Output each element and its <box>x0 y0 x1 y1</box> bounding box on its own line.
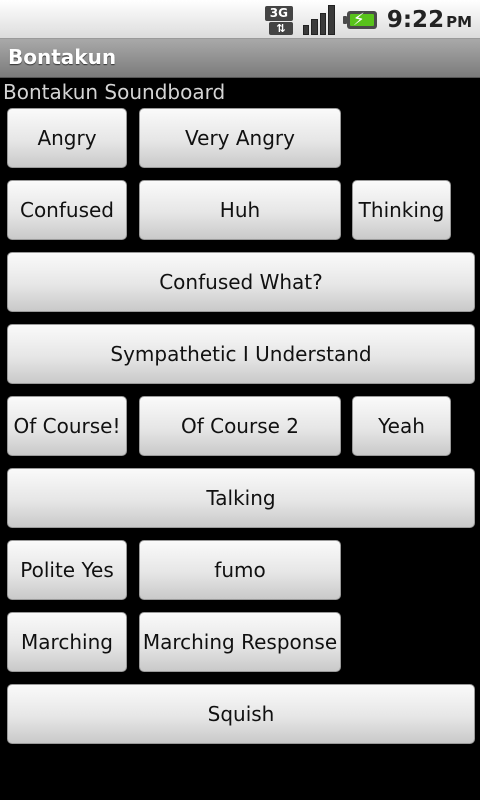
3g-icon: 3G ⇅ <box>264 4 295 36</box>
data-arrows-icon: ⇅ <box>268 22 293 35</box>
sound-button-talking[interactable]: Talking <box>7 468 475 528</box>
sound-button-squish[interactable]: Squish <box>7 684 475 744</box>
sound-button-marching-response[interactable]: Marching Response <box>139 612 341 672</box>
status-bar: 3G ⇅ ⚡ 9:22 PM <box>0 0 480 39</box>
sound-button-huh[interactable]: Huh <box>139 180 341 240</box>
clock-ampm: PM <box>446 13 472 31</box>
soundboard-heading: Bontakun Soundboard <box>3 80 226 104</box>
clock-time: 9:22 <box>386 7 445 33</box>
app-title: Bontakun <box>8 45 117 69</box>
sound-button-angry[interactable]: Angry <box>7 108 127 168</box>
sound-button-of-course-2[interactable]: Of Course 2 <box>139 396 341 456</box>
sound-button-fumo[interactable]: fumo <box>139 540 341 600</box>
sound-button-very-angry[interactable]: Very Angry <box>139 108 341 168</box>
network-type-label: 3G <box>264 6 293 21</box>
status-clock: 9:22 PM <box>387 7 472 33</box>
sound-button-thinking[interactable]: Thinking <box>352 180 451 240</box>
sound-button-confused[interactable]: Confused <box>7 180 127 240</box>
app-title-bar: Bontakun <box>0 39 480 78</box>
battery-charging-icon: ⚡ <box>342 9 379 31</box>
sound-button-polite-yes[interactable]: Polite Yes <box>7 540 127 600</box>
sound-button-marching[interactable]: Marching <box>7 612 127 672</box>
sound-button-confused-what[interactable]: Confused What? <box>7 252 475 312</box>
sound-button-of-course[interactable]: Of Course! <box>7 396 127 456</box>
status-icons: 3G ⇅ ⚡ 9:22 PM <box>264 3 472 37</box>
sound-button-yeah[interactable]: Yeah <box>352 396 451 456</box>
sound-button-sympathetic[interactable]: Sympathetic I Understand <box>7 324 475 384</box>
signal-icon <box>302 5 335 35</box>
